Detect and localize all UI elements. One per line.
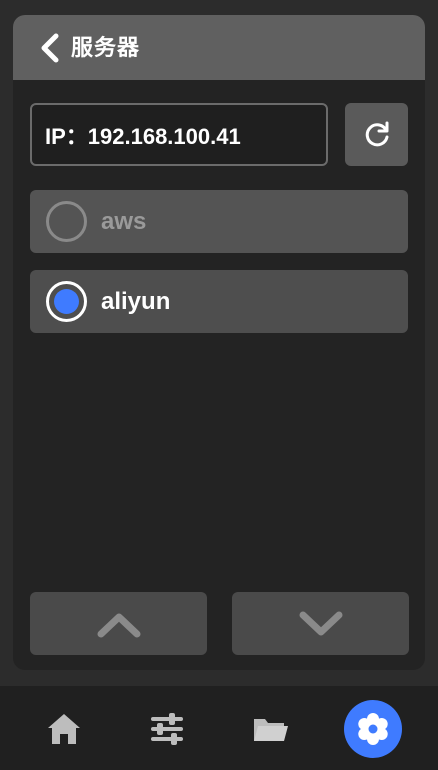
page-title: 服务器 <box>71 35 141 60</box>
app-screen: 服务器 IP：192.168.100.41 aws aliyun <box>0 0 438 770</box>
home-icon <box>48 714 80 744</box>
server-option-aliyun[interactable]: aliyun <box>30 270 408 333</box>
page-up-button[interactable] <box>30 592 207 655</box>
refresh-button[interactable] <box>345 103 408 166</box>
ip-address-display: IP：192.168.100.41 <box>30 103 328 166</box>
back-button[interactable] <box>35 31 65 65</box>
bottom-tab-bar <box>0 686 438 770</box>
gear-icon <box>358 713 388 745</box>
server-panel: 服务器 IP：192.168.100.41 aws aliyun <box>13 15 425 670</box>
refresh-icon <box>365 121 388 146</box>
radio-dot <box>54 289 79 314</box>
page-down-button[interactable] <box>232 592 409 655</box>
server-label: aliyun <box>101 288 171 315</box>
tab-files[interactable] <box>241 700 299 758</box>
chevron-left-icon <box>41 33 59 63</box>
chevron-up-icon <box>97 613 140 637</box>
folder-icon <box>254 719 288 741</box>
radio-selected[interactable] <box>46 281 87 322</box>
chevron-down-icon <box>299 611 342 635</box>
server-label: aws <box>101 208 147 235</box>
tab-settings[interactable] <box>344 700 402 758</box>
sliders-icon <box>151 713 183 745</box>
tab-settings-sliders[interactable] <box>138 700 196 758</box>
server-option-aws[interactable]: aws <box>30 190 408 253</box>
panel-header: 服务器 <box>13 15 425 80</box>
tab-home[interactable] <box>35 700 93 758</box>
radio-unselected[interactable] <box>46 201 87 242</box>
